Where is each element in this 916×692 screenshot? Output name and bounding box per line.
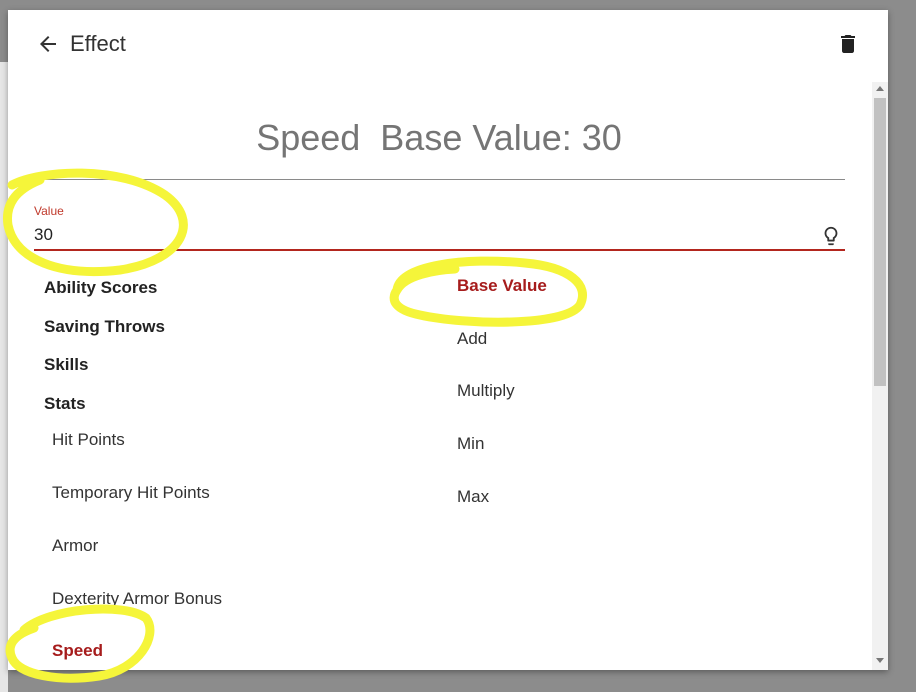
value-field-underline <box>34 249 845 251</box>
operation-max[interactable]: Max <box>457 487 489 507</box>
arrow-left-icon <box>40 36 56 52</box>
heading-divider <box>34 179 845 180</box>
operation-base-value[interactable]: Base Value <box>457 276 547 296</box>
effect-dialog: Effect Speed Base Value: 30 Value Abilit… <box>8 10 888 670</box>
operation-multiply[interactable]: Multiply <box>457 381 515 401</box>
dialog-title: Effect <box>70 31 126 56</box>
stat-item-armor[interactable]: Armor <box>52 536 98 556</box>
scroll-down-arrow[interactable] <box>876 658 884 663</box>
stat-item-dexterity-armor-bonus[interactable]: Dexterity Armor Bonus <box>52 589 222 609</box>
value-input[interactable] <box>34 224 804 246</box>
dialog-header: Effect <box>8 10 888 80</box>
category-stats[interactable]: Stats <box>44 394 86 414</box>
operation-add[interactable]: Add <box>457 329 487 349</box>
scrollbar-thumb[interactable] <box>874 98 886 386</box>
value-field-label: Value <box>34 204 64 218</box>
back-button[interactable] <box>36 32 60 56</box>
category-ability-scores[interactable]: Ability Scores <box>44 278 157 298</box>
scroll-up-arrow[interactable] <box>876 86 884 91</box>
stat-item-temporary-hit-points[interactable]: Temporary Hit Points <box>52 483 210 503</box>
effect-heading: Speed Base Value: 30 <box>256 117 622 158</box>
hint-button[interactable] <box>820 224 842 248</box>
lightbulb-icon <box>824 226 838 246</box>
category-saving-throws[interactable]: Saving Throws <box>44 317 165 337</box>
stat-item-hit-points[interactable]: Hit Points <box>52 430 125 450</box>
stat-item-speed[interactable]: Speed <box>52 641 103 661</box>
operation-min[interactable]: Min <box>457 434 484 454</box>
backdrop <box>0 62 8 692</box>
category-skills[interactable]: Skills <box>44 355 88 375</box>
trash-icon <box>841 35 855 53</box>
delete-button[interactable] <box>836 32 860 56</box>
